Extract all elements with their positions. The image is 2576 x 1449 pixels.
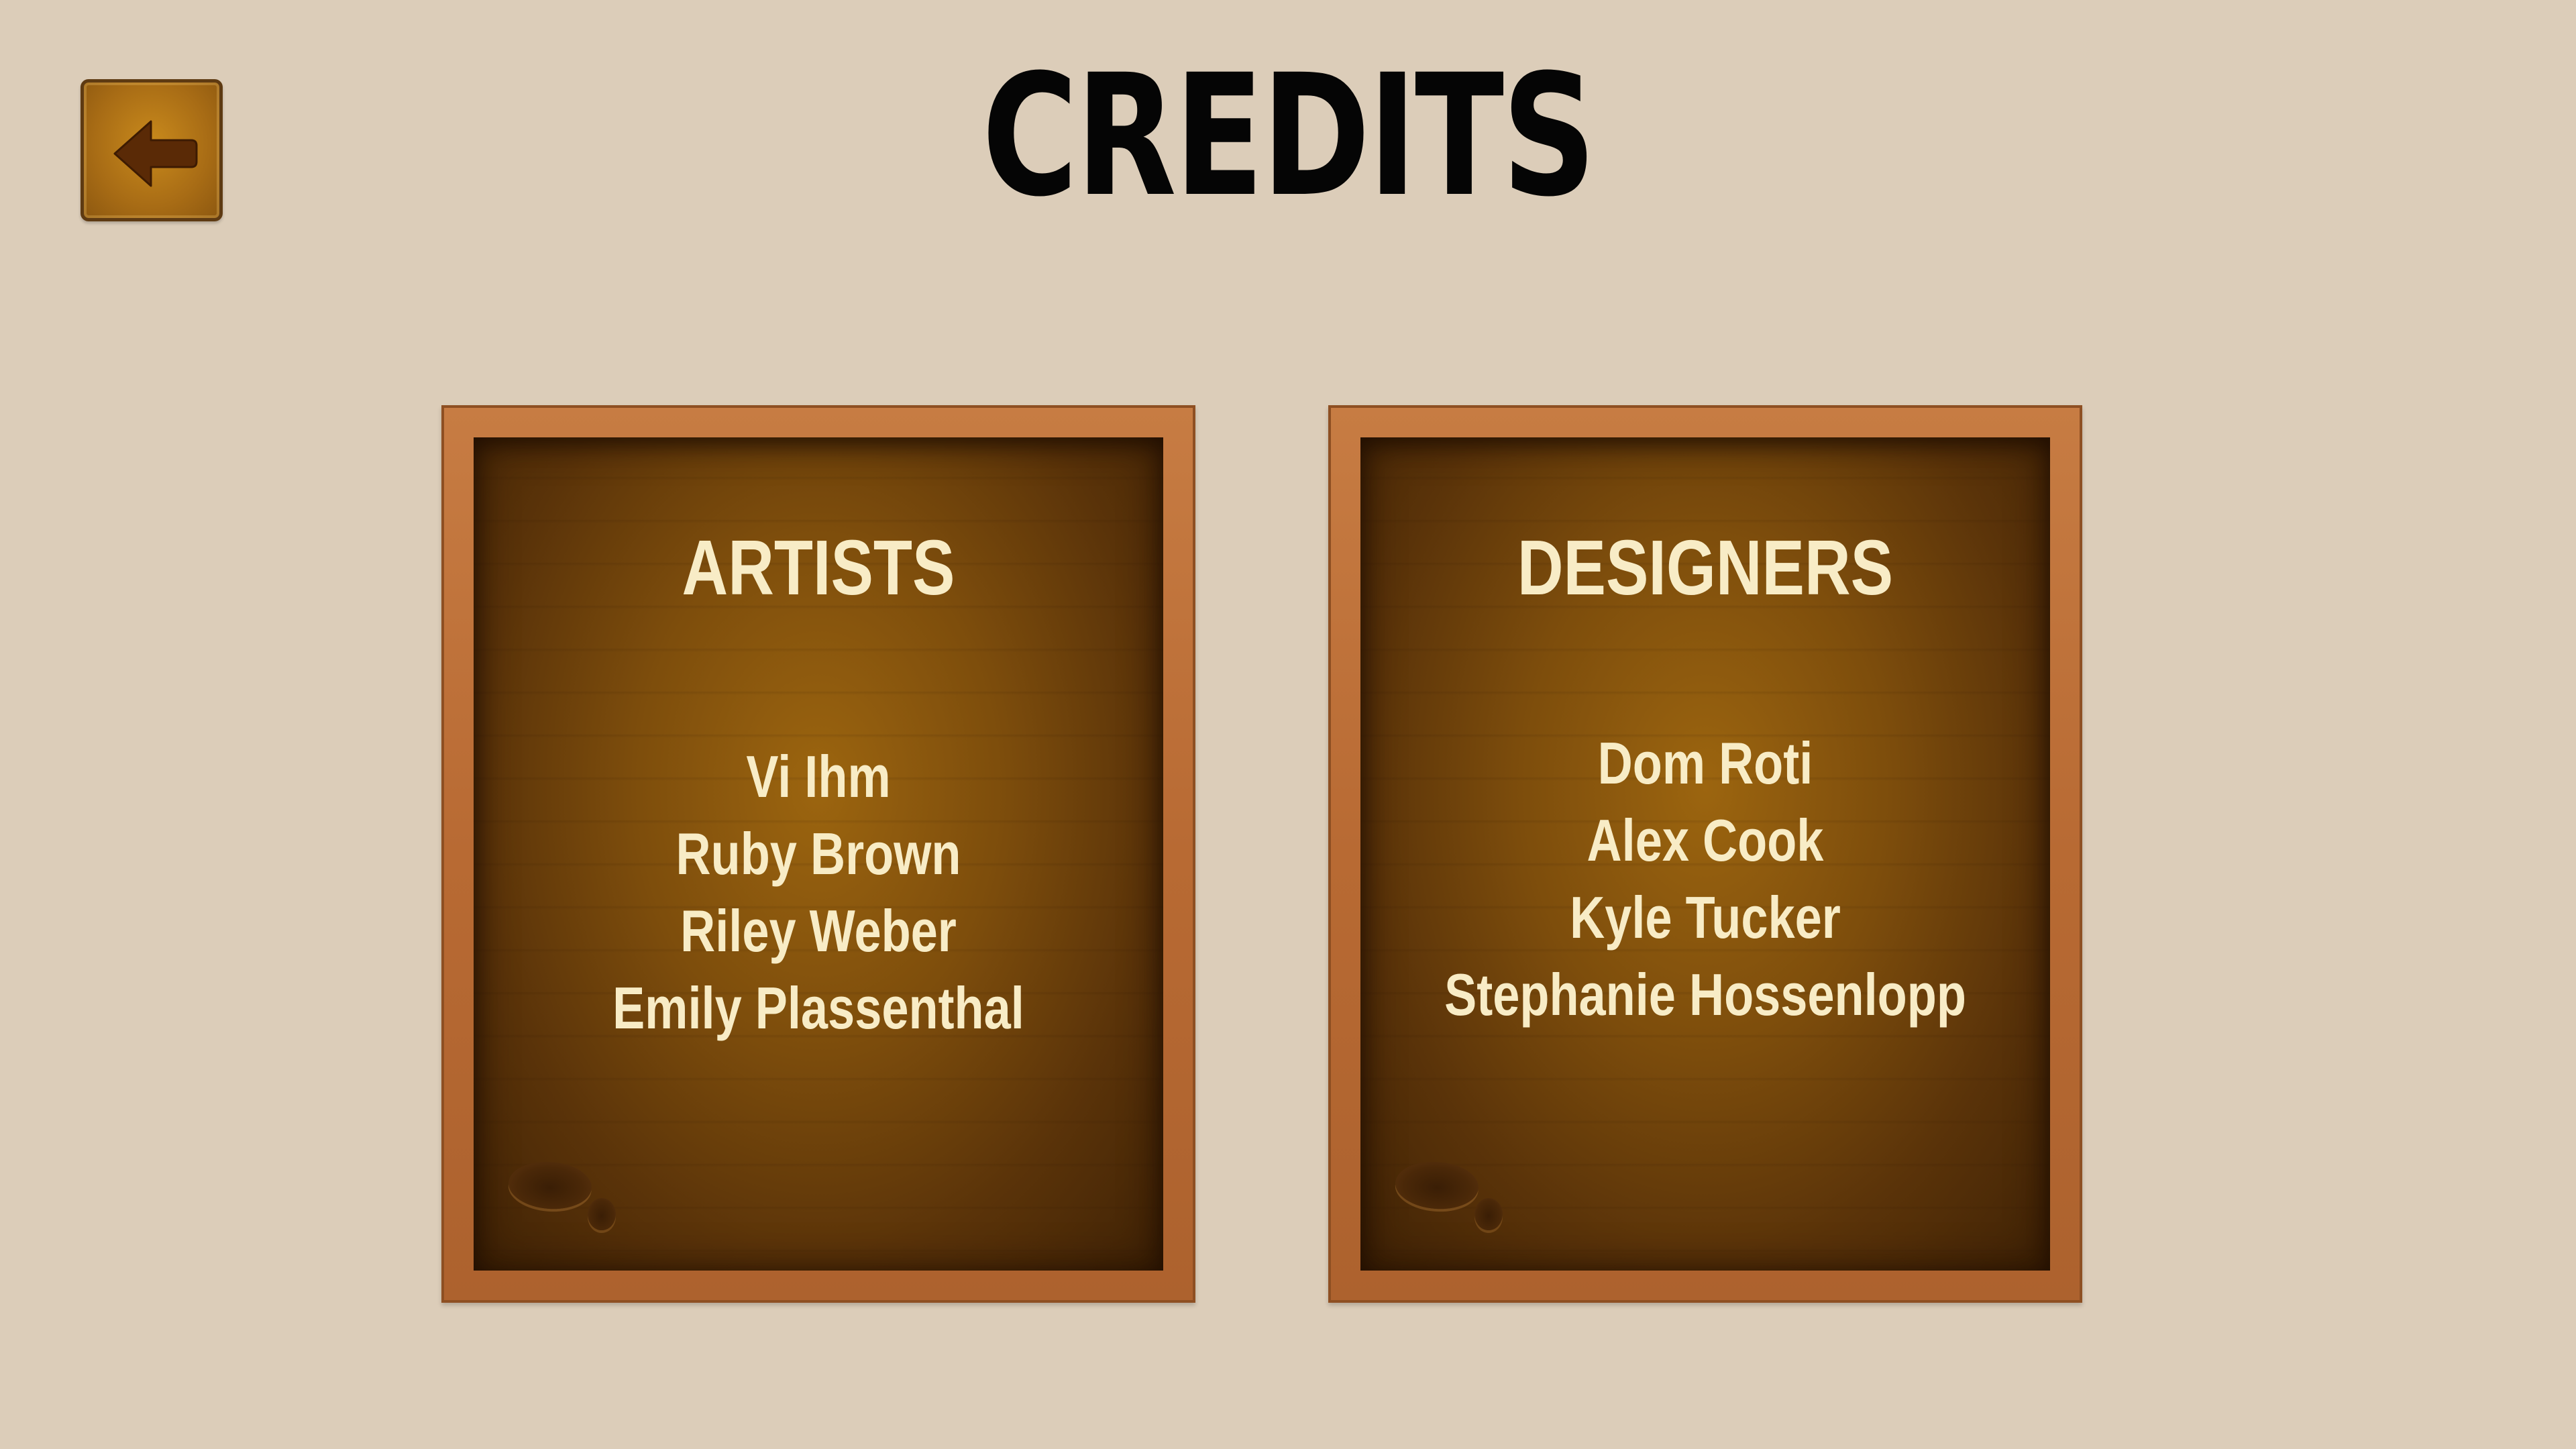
designer-name: Alex Cook: [1587, 807, 1824, 873]
artists-board: ARTISTS Vi Ihm Ruby Brown Riley Weber Em…: [441, 405, 1195, 1303]
artists-heading: ARTISTS: [682, 524, 955, 611]
arrow-left-icon: [113, 120, 198, 187]
designer-name: Kyle Tucker: [1570, 884, 1841, 951]
artist-name: Emily Plassenthal: [612, 975, 1024, 1041]
designers-board: DESIGNERS Dom Roti Alex Cook Kyle Tucker…: [1328, 405, 2082, 1303]
artists-names-list: Vi Ihm Ruby Brown Riley Weber Emily Plas…: [536, 738, 1102, 1046]
back-button[interactable]: [80, 79, 223, 221]
designer-name: Dom Roti: [1597, 730, 1813, 796]
designers-heading: DESIGNERS: [1517, 524, 1894, 611]
designers-board-panel: DESIGNERS Dom Roti Alex Cook Kyle Tucker…: [1360, 437, 2050, 1271]
artist-name: Ruby Brown: [676, 820, 961, 887]
artist-name: Riley Weber: [680, 898, 957, 964]
designer-name: Stephanie Hossenlopp: [1444, 961, 1966, 1028]
wood-knot-small: [1474, 1198, 1503, 1230]
designers-names-list: Dom Roti Alex Cook Kyle Tucker Stephanie…: [1423, 724, 1988, 1033]
wood-knot-small: [588, 1198, 616, 1230]
page-title: CREDITS: [981, 38, 1597, 233]
artist-name: Vi Ihm: [746, 743, 891, 810]
artists-board-panel: ARTISTS Vi Ihm Ruby Brown Riley Weber Em…: [474, 437, 1163, 1271]
